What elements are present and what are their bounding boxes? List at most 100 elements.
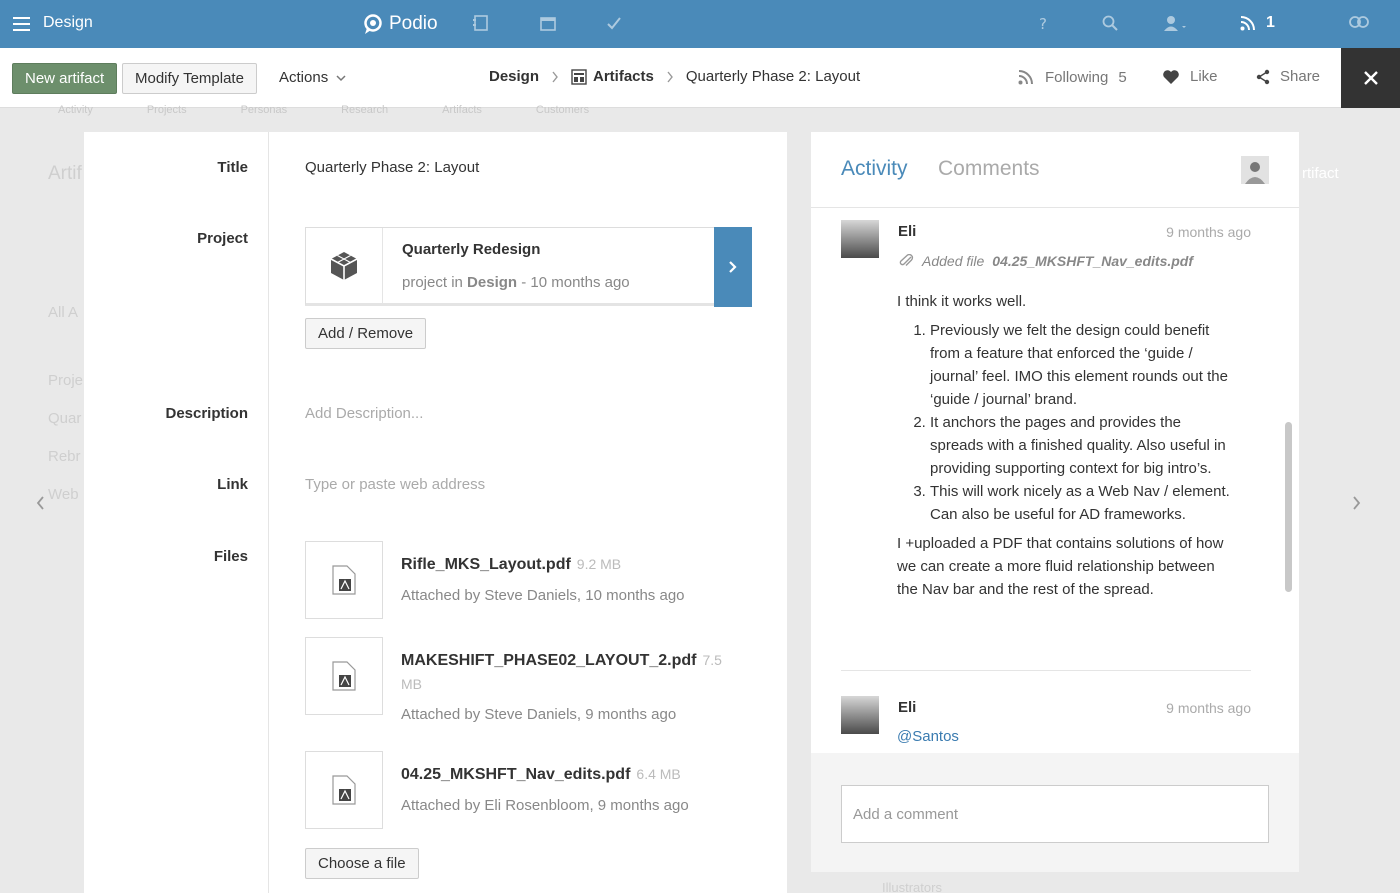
field-label-column: Title Project Description Link Files [84, 132, 269, 893]
project-sub-workspace: Design [467, 274, 518, 291]
next-item-icon[interactable] [1352, 495, 1362, 511]
share-icon [1256, 69, 1270, 85]
tab-activity[interactable]: Activity [841, 157, 908, 181]
file-meta: Attached by Steve Daniels, 9 months ago [401, 706, 677, 723]
file-name: MAKESHIFT_PHASE02_LAYOUT_2.pdf 7.5 [401, 652, 722, 670]
breadcrumb-app-label: Artifacts [593, 68, 654, 85]
tasks-icon[interactable] [605, 14, 625, 34]
pdf-file-icon [305, 637, 383, 715]
rss-icon [1017, 68, 1035, 86]
breadcrumb-app[interactable]: Artifacts [571, 68, 654, 85]
bg-text: Quar [48, 410, 82, 427]
file-size: 9.2 MB [576, 556, 622, 572]
entry-divider [841, 670, 1251, 671]
actions-label: Actions [279, 69, 329, 86]
choose-file-button[interactable]: Choose a file [305, 848, 419, 879]
activity-panel: Activity Comments Eli 9 months ago Added… [811, 132, 1299, 872]
new-artifact-button[interactable]: New artifact [12, 63, 118, 94]
comment-outro: I +uploaded a PDF that contains solution… [897, 535, 1224, 598]
share-label: Share [1280, 68, 1321, 85]
added-file-note: Added file 04.25_MKSHFT_Nav_edits.pdf [898, 253, 1193, 269]
bg-text: rtifact [1302, 165, 1339, 182]
podio-logo[interactable]: Podio [363, 12, 438, 36]
avatar[interactable] [1241, 156, 1269, 184]
file-size: 7.5 [702, 652, 722, 668]
search-icon[interactable] [1101, 14, 1121, 34]
chevron-right-icon [728, 260, 738, 274]
file-name: 04.25_MKSHFT_Nav_edits.pdf 6.4 MB [401, 766, 681, 784]
following-button[interactable]: Following 5 [1017, 68, 1127, 86]
file-name-text[interactable]: 04.25_MKSHFT_Nav_edits.pdf [401, 766, 630, 783]
entry-time: 9 months ago [1166, 224, 1251, 240]
user-mention-link[interactable]: @Santos [897, 728, 959, 745]
link-label: Link [217, 476, 248, 493]
feed-scrollbar[interactable] [1285, 422, 1292, 592]
file-name: Rifle_MKS_Layout.pdf 9.2 MB [401, 556, 621, 574]
breadcrumb: Design Artifacts Quarterly Phase 2: Layo… [489, 68, 860, 85]
file-row[interactable]: MAKESHIFT_PHASE02_LAYOUT_2.pdf 7.5 MB Att… [305, 637, 755, 723]
pdf-file-icon [305, 751, 383, 829]
tab-comments[interactable]: Comments [938, 157, 1040, 181]
file-size-unit: MB [401, 676, 422, 692]
actions-dropdown[interactable]: Actions [279, 69, 346, 86]
activity-feed: Eli 9 months ago Added file 04.25_MKSHFT… [811, 209, 1281, 753]
previous-item-icon[interactable] [35, 495, 45, 511]
file-row[interactable]: 04.25_MKSHFT_Nav_edits.pdf 6.4 MB Attache… [305, 751, 755, 831]
chat-icon[interactable] [1348, 14, 1369, 34]
added-file-prefix: Added file [922, 253, 985, 269]
contacts-icon[interactable] [472, 14, 492, 34]
notification-count[interactable]: 1 [1266, 14, 1275, 32]
file-name-text[interactable]: Rifle_MKS_Layout.pdf [401, 556, 571, 573]
notifications-icon[interactable] [1239, 14, 1259, 34]
link-field[interactable]: Type or paste web address [305, 476, 485, 493]
bg-tab: Research [341, 104, 389, 116]
following-label: Following [1045, 68, 1109, 86]
file-name-text[interactable]: MAKESHIFT_PHASE02_LAYOUT_2.pdf [401, 652, 696, 669]
comment-point-list: Previously we felt the design could bene… [897, 319, 1237, 526]
svg-text:?: ? [1039, 15, 1047, 32]
item-detail-panel: Title Project Description Link Files Qua… [84, 132, 787, 893]
artifacts-app-icon [571, 68, 587, 85]
pdf-file-icon [305, 541, 383, 619]
comment-point: Previously we felt the design could bene… [930, 319, 1237, 411]
entry-time: 9 months ago [1166, 700, 1251, 716]
like-label: Like [1190, 68, 1218, 85]
share-button[interactable]: Share [1256, 68, 1320, 85]
avatar[interactable] [841, 220, 879, 258]
hamburger-menu-icon[interactable] [12, 14, 32, 34]
title-label: Title [217, 159, 248, 176]
project-name: Quarterly Redesign [402, 241, 541, 258]
title-value[interactable]: Quarterly Phase 2: Layout [305, 159, 479, 176]
description-field[interactable]: Add Description... [305, 405, 423, 422]
add-remove-project-button[interactable]: Add / Remove [305, 318, 427, 349]
background-app-tabs: Activity Projects Personas Research Arti… [58, 104, 589, 116]
open-project-button[interactable] [714, 227, 752, 307]
calendar-icon[interactable] [539, 14, 559, 34]
bg-tab: Activity [58, 104, 93, 116]
bg-heading: Artif [48, 163, 82, 184]
breadcrumb-workspace[interactable]: Design [489, 68, 539, 85]
comment-input[interactable] [841, 785, 1269, 843]
comment-point: This will work nicely as a Web Nav / ele… [930, 480, 1237, 526]
bg-text: Proje [48, 372, 84, 389]
breadcrumb-separator-icon [551, 71, 559, 83]
bg-tab: Personas [240, 104, 288, 116]
bg-text: All A [48, 304, 79, 321]
added-file-name[interactable]: 04.25_MKSHFT_Nav_edits.pdf [992, 253, 1193, 269]
like-button[interactable]: Like [1162, 68, 1218, 85]
description-label: Description [165, 405, 248, 422]
close-button[interactable] [1341, 48, 1400, 108]
modify-template-button[interactable]: Modify Template [122, 63, 257, 94]
logo-text: Podio [389, 13, 438, 34]
workspace-title[interactable]: Design [43, 14, 93, 32]
entry-author[interactable]: Eli [898, 223, 916, 240]
comment-point: It anchors the pages and provides the sp… [930, 411, 1237, 480]
file-size: 6.4 MB [636, 766, 681, 782]
file-row[interactable]: Rifle_MKS_Layout.pdf 9.2 MB Attached by S… [305, 541, 755, 621]
help-icon[interactable]: ? [1034, 14, 1054, 34]
bg-text: Rebr [48, 448, 81, 465]
project-reference-card[interactable]: Quarterly Redesign project in Design - 1… [305, 227, 752, 307]
profile-icon[interactable] [1163, 14, 1186, 34]
avatar[interactable] [841, 696, 879, 734]
entry-author[interactable]: Eli [898, 699, 916, 716]
